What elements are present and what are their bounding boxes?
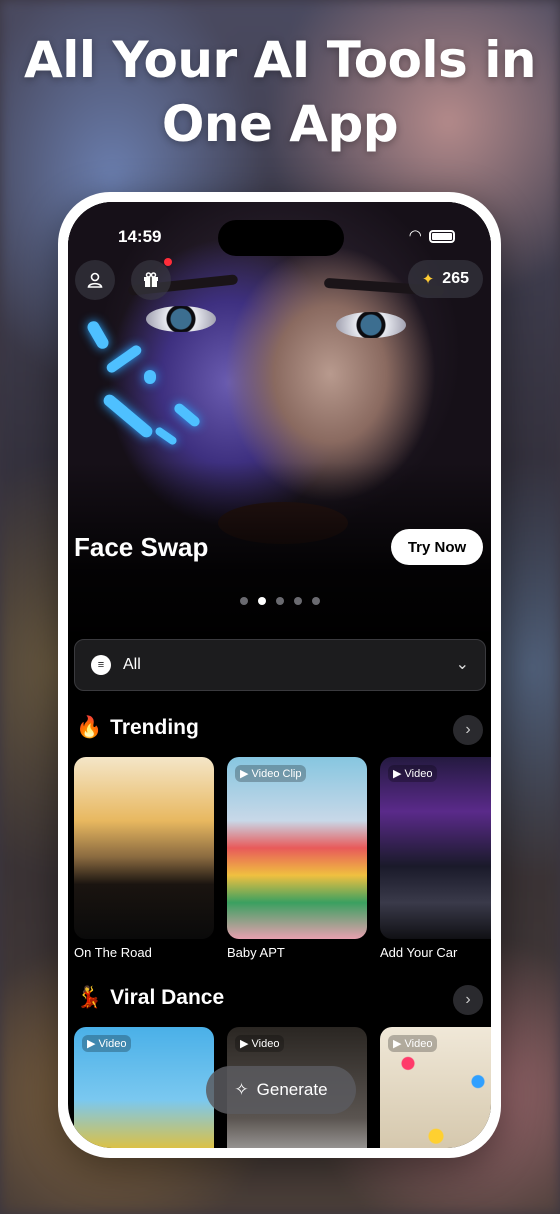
promo-headline: All Your AI Tools in One App <box>0 28 560 156</box>
category-filter-dropdown[interactable]: ≡ All ⌄ <box>74 639 486 691</box>
carousel-dot[interactable] <box>293 597 302 605</box>
status-time: 14:59 <box>118 227 162 246</box>
video-tag: ▶ Video <box>388 1035 438 1052</box>
wifi-icon: ◠ <box>409 227 421 244</box>
try-now-button[interactable]: Try Now <box>391 529 483 565</box>
section-header-viral-dance: 💃 Viral Dance <box>76 986 224 1010</box>
headline-line-1: All Your AI Tools in <box>24 31 536 89</box>
section-title: Trending <box>110 716 199 739</box>
hero-title: Face Swap <box>74 532 209 562</box>
video-clip-tag: ▶ Video Clip <box>235 765 307 782</box>
carousel-dot[interactable] <box>239 597 248 605</box>
credits-count: 265 <box>442 270 469 287</box>
app-screen: 14:59 ◠ ✦ 265 Face Swap Try Now ≡ All ⌄ … <box>68 202 491 1148</box>
card-label: Add Your Car <box>380 945 458 960</box>
video-tag: ▶ Video <box>82 1035 132 1052</box>
chevron-right-icon: › <box>465 721 471 738</box>
trending-see-all-button[interactable]: › <box>453 715 483 745</box>
video-tag: ▶ Video <box>388 765 438 782</box>
dynamic-island <box>218 220 344 256</box>
carousel-dot[interactable] <box>275 597 284 605</box>
headline-line-2: One App <box>161 95 399 153</box>
chevron-down-icon: ⌄ <box>455 656 469 673</box>
template-card-dance-3[interactable]: ▶ Video <box>380 1027 491 1148</box>
phone-frame: 14:59 ◠ ✦ 265 Face Swap Try Now ≡ All ⌄ … <box>58 192 501 1158</box>
gift-button[interactable] <box>131 260 171 300</box>
chevron-right-icon: › <box>465 991 471 1008</box>
section-title: Viral Dance <box>110 986 225 1009</box>
status-bar: 14:59 ◠ <box>68 216 491 256</box>
profile-button[interactable] <box>75 260 115 300</box>
fire-icon: 🔥 <box>76 716 103 739</box>
carousel-dot[interactable] <box>311 597 320 605</box>
section-header-trending: 🔥 Trending <box>76 716 199 740</box>
viral-dance-see-all-button[interactable]: › <box>453 985 483 1015</box>
sparkle-icon: ✦ <box>421 271 435 288</box>
template-card-on-the-road[interactable] <box>74 757 214 939</box>
filter-icon: ≡ <box>91 655 111 675</box>
filter-selected-value: All <box>123 656 141 673</box>
user-icon <box>87 272 103 288</box>
sparkle-icon: ✧ <box>234 1080 249 1099</box>
dancer-icon: 💃 <box>76 986 103 1009</box>
battery-icon <box>429 230 455 243</box>
carousel-dot-active[interactable] <box>257 597 266 605</box>
carousel-indicator <box>68 597 491 605</box>
template-card-add-your-car[interactable]: ▶ Video <box>380 757 491 939</box>
video-tag: ▶ Video <box>235 1035 285 1052</box>
generate-label: Generate <box>256 1080 328 1099</box>
gift-icon <box>144 272 158 287</box>
template-card-baby-apt[interactable]: ▶ Video Clip <box>227 757 367 939</box>
credits-badge[interactable]: ✦ 265 <box>407 260 483 298</box>
template-card-dance-1[interactable]: ▶ Video <box>74 1027 214 1148</box>
card-label: Baby APT <box>227 945 285 960</box>
generate-button[interactable]: ✧ Generate <box>206 1066 356 1114</box>
card-label: On The Road <box>74 945 152 960</box>
notification-dot <box>164 258 172 266</box>
